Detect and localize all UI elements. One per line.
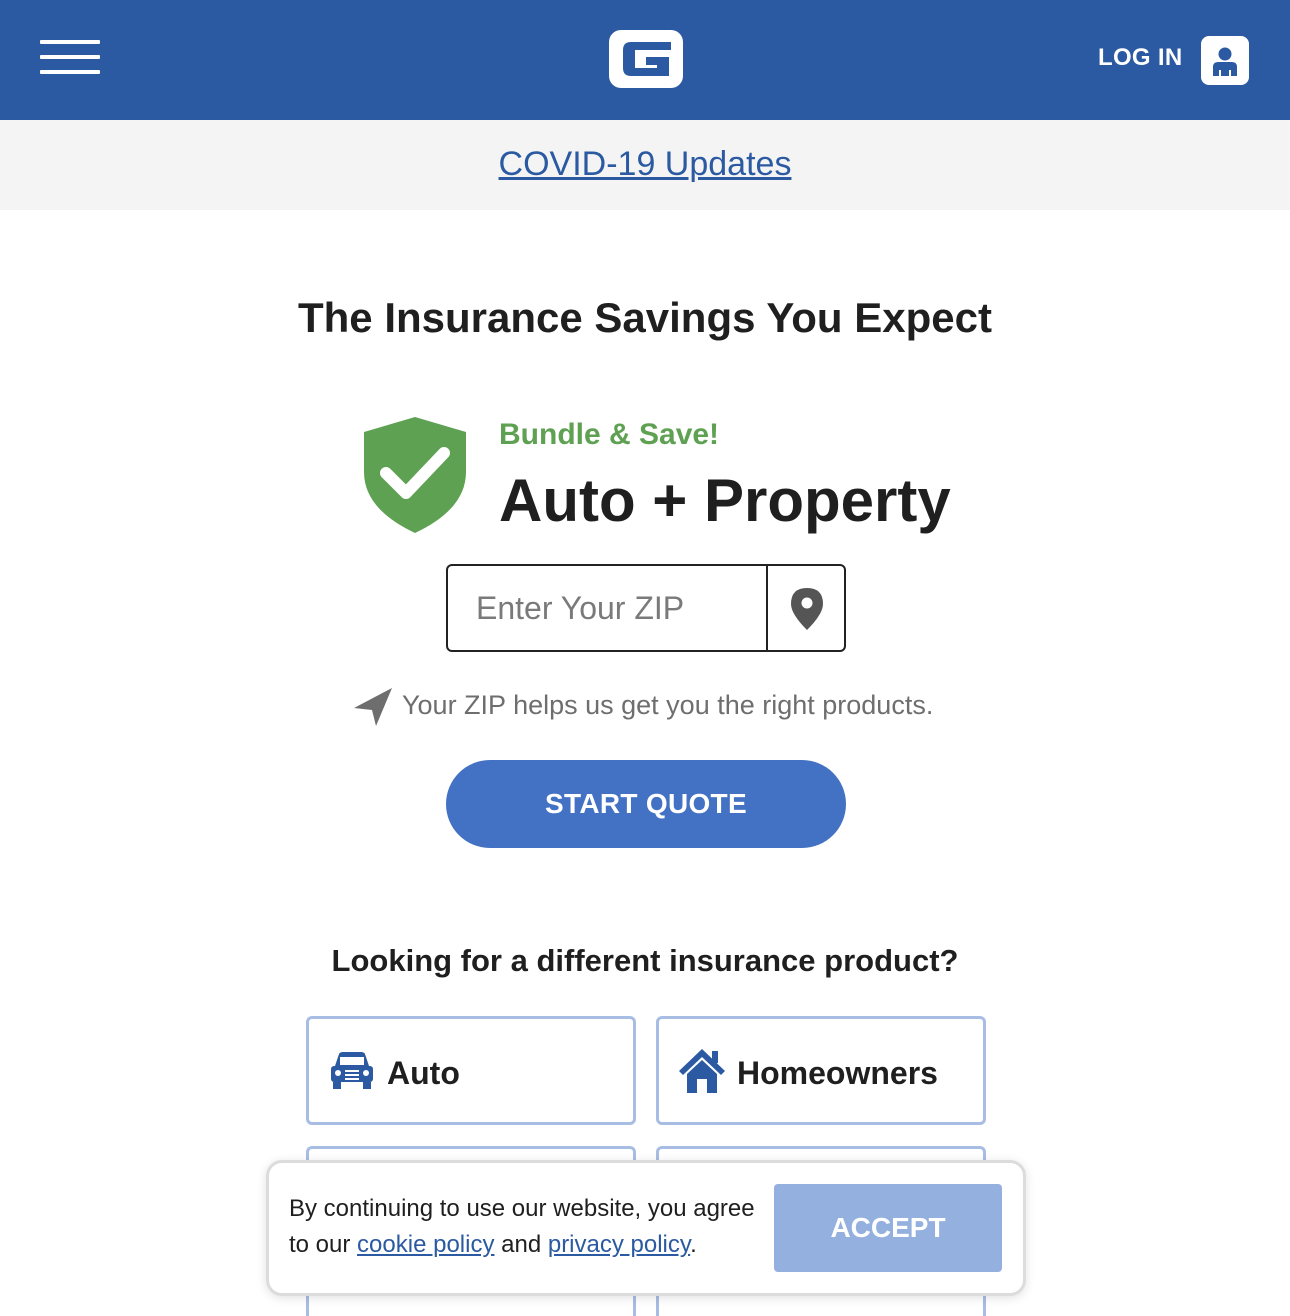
covid-updates-link[interactable]: COVID-19 Updates <box>499 145 792 184</box>
product-tile-label: Homeowners <box>737 1055 938 1091</box>
zip-input[interactable] <box>448 566 768 650</box>
menu-bar <box>40 40 100 44</box>
cookie-consent-text: By continuing to use our website, you ag… <box>289 1191 759 1263</box>
start-quote-button[interactable]: START QUOTE <box>446 760 846 848</box>
menu-bar <box>40 55 100 59</box>
zip-field-group <box>446 564 846 652</box>
page-title: The Insurance Savings You Expect <box>297 294 992 341</box>
account-button[interactable] <box>1201 36 1249 85</box>
bundle-tagline: Bundle & Save! <box>499 418 720 451</box>
cookie-consent-banner: By continuing to use our website, you ag… <box>266 1160 1026 1296</box>
product-title: Auto + Property <box>499 467 951 534</box>
login-link[interactable]: LOG IN <box>1098 44 1182 72</box>
car-icon <box>331 1052 373 1089</box>
menu-bar <box>40 70 100 74</box>
other-products-heading: Looking for a different insurance produc… <box>331 943 959 978</box>
covid-banner: COVID-19 Updates <box>0 120 1290 210</box>
house-icon <box>679 1049 725 1093</box>
product-tile-homeowners[interactable]: Homeowners <box>656 1016 986 1125</box>
cookie-text-part: and <box>494 1231 548 1258</box>
navigation-arrow-icon <box>354 688 392 726</box>
product-tile-auto[interactable]: Auto <box>306 1016 636 1125</box>
user-icon <box>1213 47 1237 76</box>
location-pin-icon <box>791 588 823 630</box>
accept-button[interactable]: ACCEPT <box>774 1184 1002 1272</box>
hamburger-menu-icon[interactable] <box>40 38 100 78</box>
cookie-text-part: . <box>690 1231 697 1258</box>
geico-logo[interactable] <box>609 30 683 88</box>
privacy-policy-link[interactable]: privacy policy <box>548 1231 690 1258</box>
product-tile-label: Auto <box>387 1055 460 1091</box>
cookie-policy-link[interactable]: cookie policy <box>357 1231 494 1258</box>
shield-check-icon <box>364 417 466 533</box>
zip-hint-text: Your ZIP helps us get you the right prod… <box>402 690 934 720</box>
locate-me-button[interactable] <box>770 566 844 650</box>
site-header: LOG IN <box>0 0 1290 120</box>
